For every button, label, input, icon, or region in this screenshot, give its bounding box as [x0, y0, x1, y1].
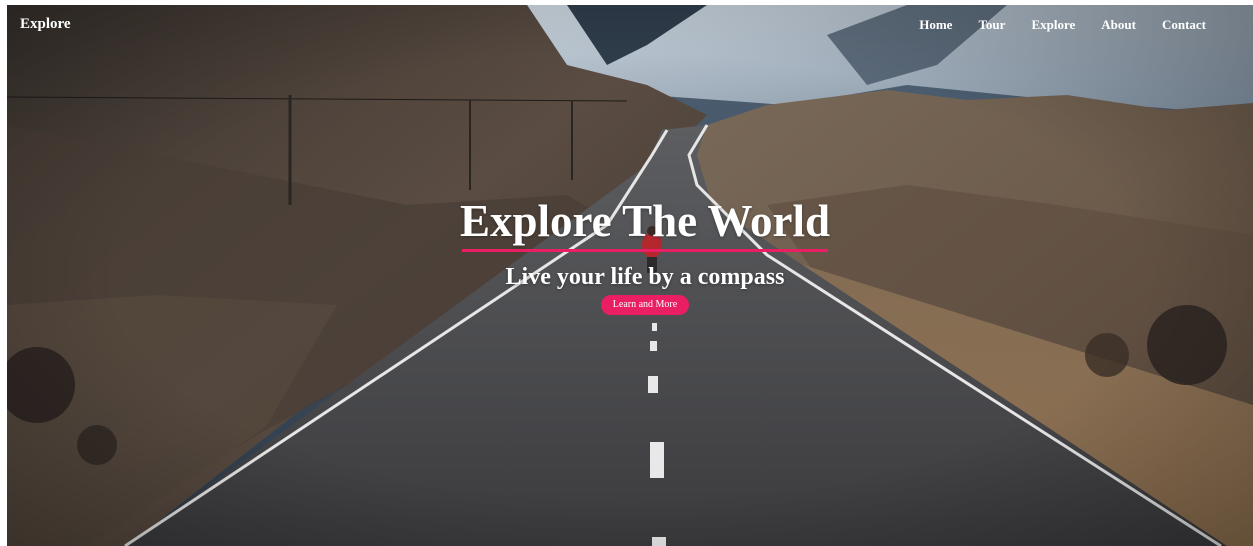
nav-link-contact[interactable]: Contact — [1162, 17, 1206, 33]
nav-link-home[interactable]: Home — [919, 17, 952, 33]
hero-section: Explore Home Tour Explore About Contact … — [7, 5, 1253, 546]
hero-title: Explore The World — [459, 196, 831, 246]
page: Explore Home Tour Explore About Contact … — [0, 0, 1253, 546]
nav-link-tour[interactable]: Tour — [978, 17, 1005, 33]
nav-link-explore[interactable]: Explore — [1031, 17, 1075, 33]
brand-logo[interactable]: Explore — [20, 16, 71, 33]
learn-more-button[interactable]: Learn and More — [600, 295, 690, 315]
nav-link-about[interactable]: About — [1101, 17, 1136, 33]
main-nav: Home Tour Explore About Contact — [919, 17, 1206, 33]
hero-content: Explore The World Live your life by a co… — [7, 195, 1253, 315]
hero-subtitle: Live your life by a compass — [505, 264, 785, 290]
title-underline — [462, 249, 828, 252]
